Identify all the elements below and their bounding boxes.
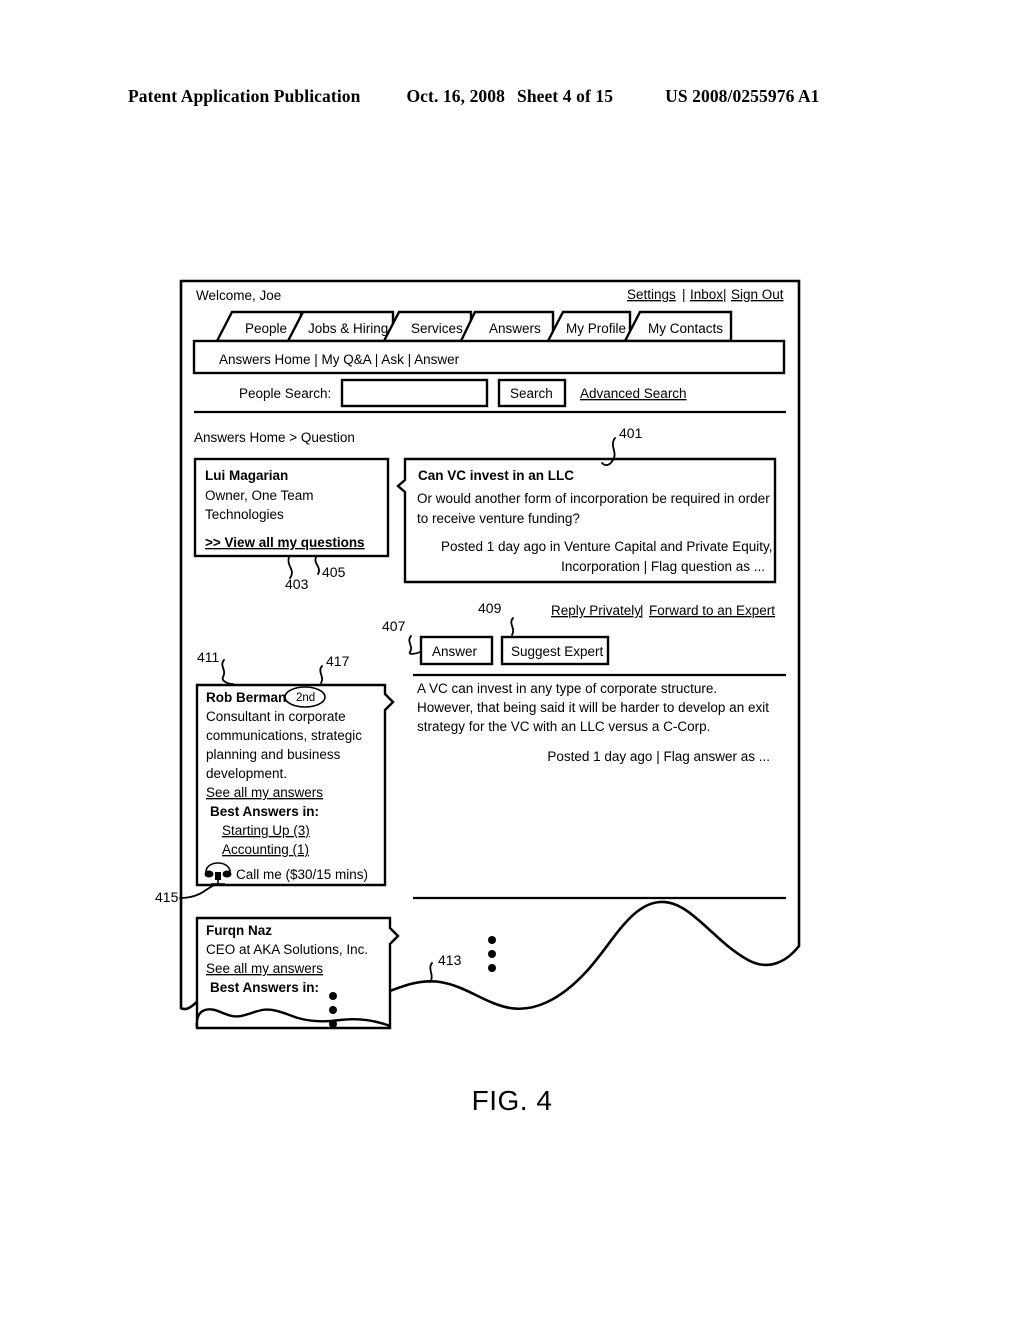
answerer2-bio-line1: CEO at AKA Solutions, Inc. <box>206 942 368 957</box>
ellipsis-dots-main <box>488 936 496 972</box>
figure-drawing: Welcome, Joe Settings | Inbox | Sign Out… <box>155 279 801 1030</box>
action-link-separator: | <box>640 603 644 618</box>
figure-caption: FIG. 4 <box>471 1085 553 1116</box>
ref-407: 407 <box>382 618 406 634</box>
suggest-expert-button-label: Suggest Expert <box>511 644 604 659</box>
ref-415: 415 <box>155 889 179 905</box>
answerer2-best-answers-label: Best Answers in: <box>210 980 319 995</box>
forward-to-expert-link[interactable]: Forward to an Expert <box>649 603 775 618</box>
tab-my-profile-label: My Profile <box>566 321 626 336</box>
question-meta-line1: Posted 1 day ago in Venture Capital and … <box>441 539 772 554</box>
ref-411: 411 <box>197 649 220 665</box>
degree-badge-label: 2nd <box>296 692 315 704</box>
ref-403: 403 <box>285 576 309 592</box>
question-meta-line2[interactable]: Incorporation | Flag question as ... <box>561 559 765 574</box>
settings-link[interactable]: Settings <box>627 287 676 302</box>
best-answers-label: Best Answers in: <box>210 804 319 819</box>
asker-title-line1: Owner, One Team <box>205 488 314 503</box>
tab-my-contacts-label: My Contacts <box>648 321 723 336</box>
inbox-link[interactable]: Inbox <box>690 287 723 302</box>
subnav-links[interactable]: Answers Home | My Q&A | Ask | Answer <box>219 352 460 367</box>
answerer-bio-line1: Consultant in corporate <box>206 709 346 724</box>
asker-name: Lui Magarian <box>205 468 288 483</box>
question-body-line1: Or would another form of incorporation b… <box>417 491 770 506</box>
question-body-line2: to receive venture funding? <box>417 511 580 526</box>
ref-409: 409 <box>478 600 502 616</box>
asker-title-line2: Technologies <box>205 507 284 522</box>
see-all-answers-link[interactable]: See all my answers <box>206 785 323 800</box>
answer-meta[interactable]: Posted 1 day ago | Flag answer as ... <box>547 749 770 764</box>
answerer-name[interactable]: Rob Berman <box>206 690 286 705</box>
sign-out-link[interactable]: Sign Out <box>731 287 784 302</box>
answerer-bio-line2: communications, strategic <box>206 728 362 743</box>
ellipsis-dots-card2 <box>329 992 337 1028</box>
link-separator-1: | <box>682 287 686 302</box>
tab-jobs-hiring-label: Jobs & Hiring <box>308 321 388 336</box>
search-input[interactable] <box>340 378 489 408</box>
breadcrumb[interactable]: Answers Home > Question <box>194 430 355 445</box>
answer-body-line1: A VC can invest in any type of corporate… <box>417 681 717 696</box>
tab-people-label: People <box>245 321 287 336</box>
tab-services-label: Services <box>411 321 463 336</box>
ref-401: 401 <box>619 425 643 441</box>
link-separator-2: | <box>723 287 727 302</box>
welcome-label: Welcome, Joe <box>196 288 281 303</box>
search-button-label: Search <box>510 386 553 401</box>
answerer-bio-line3: planning and business <box>206 747 341 762</box>
answerer-bio-line4: development. <box>206 766 287 781</box>
answerer2-name[interactable]: Furqn Naz <box>206 923 272 938</box>
reply-privately-link[interactable]: Reply Privately <box>551 603 641 618</box>
answer-body-line2: However, that being said it will be hard… <box>417 700 769 715</box>
people-search-label: People Search: <box>239 386 331 401</box>
answerer2-see-all-answers-link[interactable]: See all my answers <box>206 961 323 976</box>
ref-405: 405 <box>322 564 346 580</box>
ref-417: 417 <box>326 653 350 669</box>
best-answer-category-1[interactable]: Accounting (1) <box>222 842 309 857</box>
tab-answers-label: Answers <box>489 321 541 336</box>
answer-button-label: Answer <box>432 644 478 659</box>
ref-413: 413 <box>438 952 462 968</box>
question-title[interactable]: Can VC invest in an LLC <box>418 468 574 483</box>
best-answer-category-0[interactable]: Starting Up (3) <box>222 823 310 838</box>
answer-body-line3: strategy for the VC with an LLC versus a… <box>417 719 710 734</box>
view-all-questions-link[interactable]: >> View all my questions <box>205 535 365 550</box>
advanced-search-link[interactable]: Advanced Search <box>580 386 687 401</box>
call-me-label[interactable]: Call me ($30/15 mins) <box>236 867 368 882</box>
